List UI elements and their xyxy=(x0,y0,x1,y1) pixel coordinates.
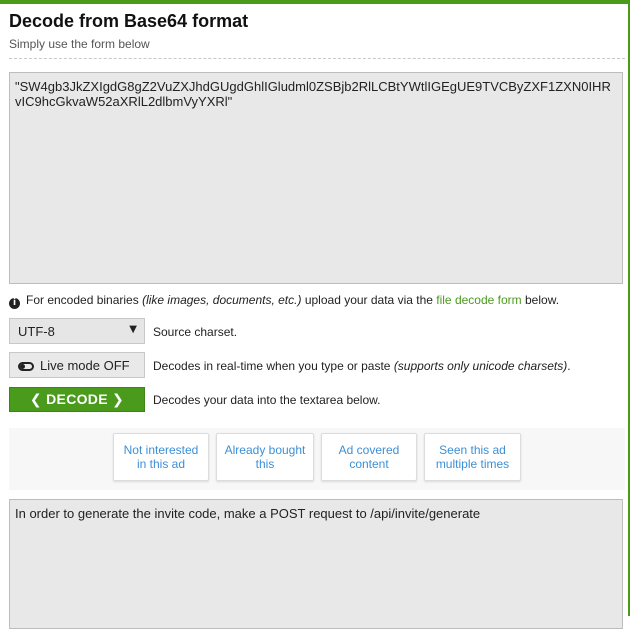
ad-not-interested-button[interactable]: Not interested in this ad xyxy=(113,433,209,481)
file-decode-form-link[interactable]: file decode form xyxy=(436,293,521,307)
ad-seen-multiple-times-button[interactable]: Seen this ad multiple times xyxy=(424,433,521,481)
decode-description: Decodes your data into the textarea belo… xyxy=(153,393,381,407)
info-icon: i xyxy=(9,298,20,309)
chevron-down-icon: ▼ xyxy=(129,324,137,335)
decode-button-label: DECODE xyxy=(46,391,108,407)
ad-feedback-panel: Not interested in this ad Already bought… xyxy=(9,428,625,490)
charset-selected: UTF-8 xyxy=(18,324,55,339)
live-mode-note: (supports only unicode charsets) xyxy=(393,359,568,373)
live-mode-desc-end: . xyxy=(567,359,571,373)
decode-button[interactable]: ❮ DECODE ❯ xyxy=(9,387,145,412)
info-line: i For encoded binaries (like images, docu… xyxy=(9,293,559,309)
top-accent-bar xyxy=(0,0,630,4)
live-mode-description: Decodes in real-time when you type or pa… xyxy=(153,359,571,373)
live-mode-desc-text: Decodes in real-time when you type or pa… xyxy=(153,359,391,373)
live-mode-toggle-button[interactable]: Live mode OFF xyxy=(9,352,145,378)
info-suffix: below. xyxy=(525,293,560,307)
charset-select[interactable]: UTF-8 ▼ xyxy=(9,318,145,344)
page-title: Decode from Base64 format xyxy=(9,11,249,31)
decoded-output-textarea[interactable]: In order to generate the invite code, ma… xyxy=(9,499,623,629)
toggle-off-icon xyxy=(18,362,34,371)
ad-already-bought-button[interactable]: Already bought this xyxy=(216,433,314,481)
live-mode-label: Live mode OFF xyxy=(40,358,130,373)
charset-label: Source charset. xyxy=(153,325,238,339)
base64-input-textarea[interactable]: "SW4gb3JkZXIgdG8gZ2VuZXJhdGUgdGhlIGludml… xyxy=(9,72,623,284)
info-prefix: For encoded binaries xyxy=(26,293,139,307)
header-divider xyxy=(9,58,625,59)
chevron-left-icon: ❮ xyxy=(29,392,42,408)
page-subtitle: Simply use the form below xyxy=(9,37,150,51)
info-middle: upload your data via the xyxy=(304,293,433,307)
info-examples: (like images, documents, etc.) xyxy=(142,293,302,307)
chevron-right-icon: ❯ xyxy=(112,392,125,408)
ad-covered-content-button[interactable]: Ad covered content xyxy=(321,433,417,481)
